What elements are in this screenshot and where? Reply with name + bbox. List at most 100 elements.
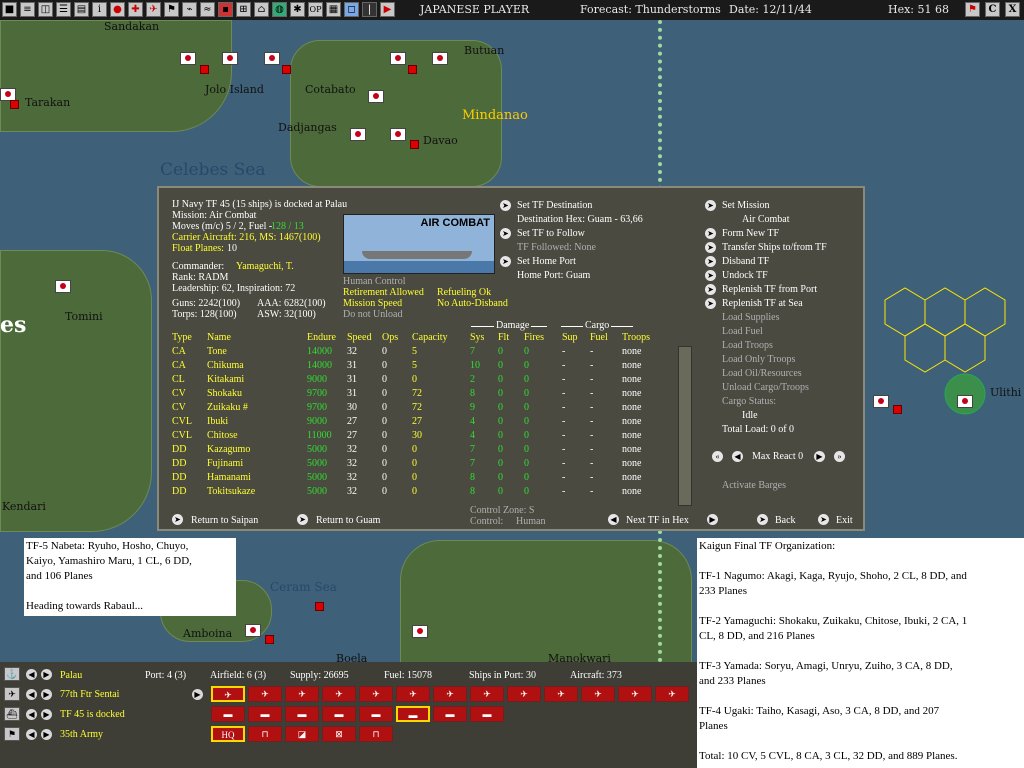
return-saipan-button[interactable]: Return to Saipan	[191, 515, 258, 527]
aircraft-icon[interactable]: ✈	[146, 2, 161, 17]
set-mission-button[interactable]: Set Mission	[722, 200, 770, 212]
return-guam-button[interactable]: Return to Guam	[316, 515, 380, 527]
column-header[interactable]: Sys	[470, 332, 484, 344]
ship-slot[interactable]: ▬	[359, 706, 393, 722]
load-supplies-button[interactable]: Load Supplies	[722, 312, 780, 324]
column-header[interactable]: Capacity	[412, 332, 448, 344]
document-icon[interactable]: ≡	[20, 2, 35, 17]
unload-cargo-button[interactable]: Unload Cargo/Troops	[722, 382, 809, 394]
prev-icon[interactable]: ◀	[608, 514, 619, 525]
prev-icon[interactable]: ◀	[26, 709, 37, 720]
ship-slot[interactable]: ▬	[396, 706, 430, 722]
box-icon[interactable]: ▪	[218, 2, 233, 17]
unit-marker[interactable]	[410, 140, 419, 149]
column-header[interactable]: Fuel	[590, 332, 608, 344]
ship-row[interactable]: CVL Chitose 11000 27 0 30 4 0 0 - - none	[172, 430, 672, 444]
ship-slot[interactable]: ▬	[470, 706, 504, 722]
next-icon[interactable]: ▶	[41, 669, 52, 680]
info-icon[interactable]: i	[92, 2, 107, 17]
infantry-unit-slot[interactable]: ⊓	[359, 726, 393, 742]
left-icon[interactable]: ◀	[732, 451, 743, 462]
report-icon[interactable]: ◫	[38, 2, 53, 17]
aircraft-icon[interactable]: ✈	[4, 687, 20, 701]
air-group-slot[interactable]: ✈	[618, 686, 652, 702]
ship-slot[interactable]: ▬	[285, 706, 319, 722]
air-group-slot[interactable]: ✈	[359, 686, 393, 702]
ship-slot[interactable]: ▬	[248, 706, 282, 722]
ship-row[interactable]: CL Kitakami 9000 31 0 0 2 0 0 - - none	[172, 374, 672, 388]
dot-icon[interactable]: ●	[110, 2, 125, 17]
ship-row[interactable]: DD Tokitsukaze 5000 32 0 0 8 0 0 - - none	[172, 486, 672, 500]
ship-row[interactable]: CVL Ibuki 9000 27 0 27 4 0 0 - - none	[172, 416, 672, 430]
auto-disband-toggle[interactable]: No Auto-Disband	[437, 298, 508, 310]
air-group-slot[interactable]: ✈	[433, 686, 467, 702]
base-name[interactable]: Palau	[60, 670, 82, 682]
arrow-icon[interactable]: ➤	[500, 200, 511, 211]
disband-tf-button[interactable]: Disband TF	[722, 256, 769, 268]
arrow-icon[interactable]: ➤	[500, 228, 511, 239]
arrow-icon[interactable]: ➤	[297, 514, 308, 525]
japanese-base-icon[interactable]	[432, 52, 448, 65]
japanese-base-icon[interactable]	[412, 625, 428, 638]
replenish-sea-button[interactable]: Replenish TF at Sea	[722, 298, 803, 310]
ship-list-scrollbar[interactable]	[678, 346, 692, 506]
prev-icon[interactable]: ◀	[26, 689, 37, 700]
air-group-slot[interactable]: ✈	[507, 686, 541, 702]
globe-icon[interactable]: ◍	[272, 2, 287, 17]
unit-marker[interactable]	[265, 635, 274, 644]
ship-row[interactable]: CA Tone 14000 32 0 5 7 0 0 - - none	[172, 346, 672, 360]
air-group-slot[interactable]: ✈	[581, 686, 615, 702]
japanese-base-icon[interactable]	[390, 128, 406, 141]
arrow-icon[interactable]: ➤	[705, 256, 716, 267]
japanese-base-icon[interactable]	[368, 90, 384, 103]
load-fuel-button[interactable]: Load Fuel	[722, 326, 763, 338]
air-group-slot[interactable]: ✈	[211, 686, 245, 702]
grid-icon[interactable]: ▦	[326, 2, 341, 17]
task-force-status[interactable]: TF 45 is docked	[60, 709, 125, 721]
chart-icon[interactable]: ⌁	[182, 2, 197, 17]
ship-row[interactable]: CV Zuikaku # 9700 30 0 72 9 0 0 - - none	[172, 402, 672, 416]
arrow-icon[interactable]: ➤	[705, 228, 716, 239]
japanese-base-icon[interactable]	[957, 395, 973, 408]
exit-button[interactable]: Exit	[836, 515, 853, 527]
list-icon[interactable]: ☰	[56, 2, 71, 17]
load-troops-button[interactable]: Load Troops	[722, 340, 773, 352]
arrow-icon[interactable]: ➤	[705, 298, 716, 309]
air-group-slot[interactable]: ✈	[322, 686, 356, 702]
japanese-base-icon[interactable]	[264, 52, 280, 65]
next-icon[interactable]: ▶	[41, 689, 52, 700]
infantry-unit-slot[interactable]: ⊠	[322, 726, 356, 742]
set-home-port-button[interactable]: Set Home Port	[517, 256, 576, 268]
flag-icon[interactable]: ⚑	[4, 727, 20, 741]
menu-icon[interactable]: ▤	[74, 2, 89, 17]
column-header[interactable]: Sup	[562, 332, 578, 344]
next-icon[interactable]: ▶	[41, 709, 52, 720]
air-group-slot[interactable]: ✈	[470, 686, 504, 702]
arrow-icon[interactable]: ➤	[705, 270, 716, 281]
prev-icon[interactable]: ◀	[26, 669, 37, 680]
column-header[interactable]: Troops	[622, 332, 650, 344]
column-header[interactable]: Fires	[524, 332, 544, 344]
arrow-icon[interactable]: ➤	[705, 200, 716, 211]
ship-row[interactable]: CA Chikuma 14000 31 0 5 10 0 0 - - none	[172, 360, 672, 374]
air-group-slot[interactable]: ✈	[396, 686, 430, 702]
japanese-base-icon[interactable]	[55, 280, 71, 293]
undock-tf-button[interactable]: Undock TF	[722, 270, 768, 282]
ship-slot[interactable]: ▬	[211, 706, 245, 722]
column-header[interactable]: Flt	[498, 332, 509, 344]
ship-slot[interactable]: ▬	[433, 706, 467, 722]
airfield-icon[interactable]: ⌂	[254, 2, 269, 17]
arrow-icon[interactable]: ➤	[172, 514, 183, 525]
rail-icon[interactable]: ⊞	[236, 2, 251, 17]
unit-marker[interactable]	[408, 65, 417, 74]
double-left-icon[interactable]: «	[712, 451, 723, 462]
unit-marker[interactable]	[10, 100, 19, 109]
flag-icon[interactable]: ⚑	[965, 2, 980, 17]
column-header[interactable]: Endure	[307, 332, 336, 344]
ship-row[interactable]: DD Fujinami 5000 32 0 0 7 0 0 - - none	[172, 458, 672, 472]
play-icon[interactable]: ▶	[380, 2, 395, 17]
ship-slot[interactable]: ▬	[322, 706, 356, 722]
ship-row[interactable]: CV Shokaku 9700 31 0 72 8 0 0 - - none	[172, 388, 672, 402]
column-header[interactable]: Type	[172, 332, 192, 344]
load-oil-button[interactable]: Load Oil/Resources	[722, 368, 802, 380]
